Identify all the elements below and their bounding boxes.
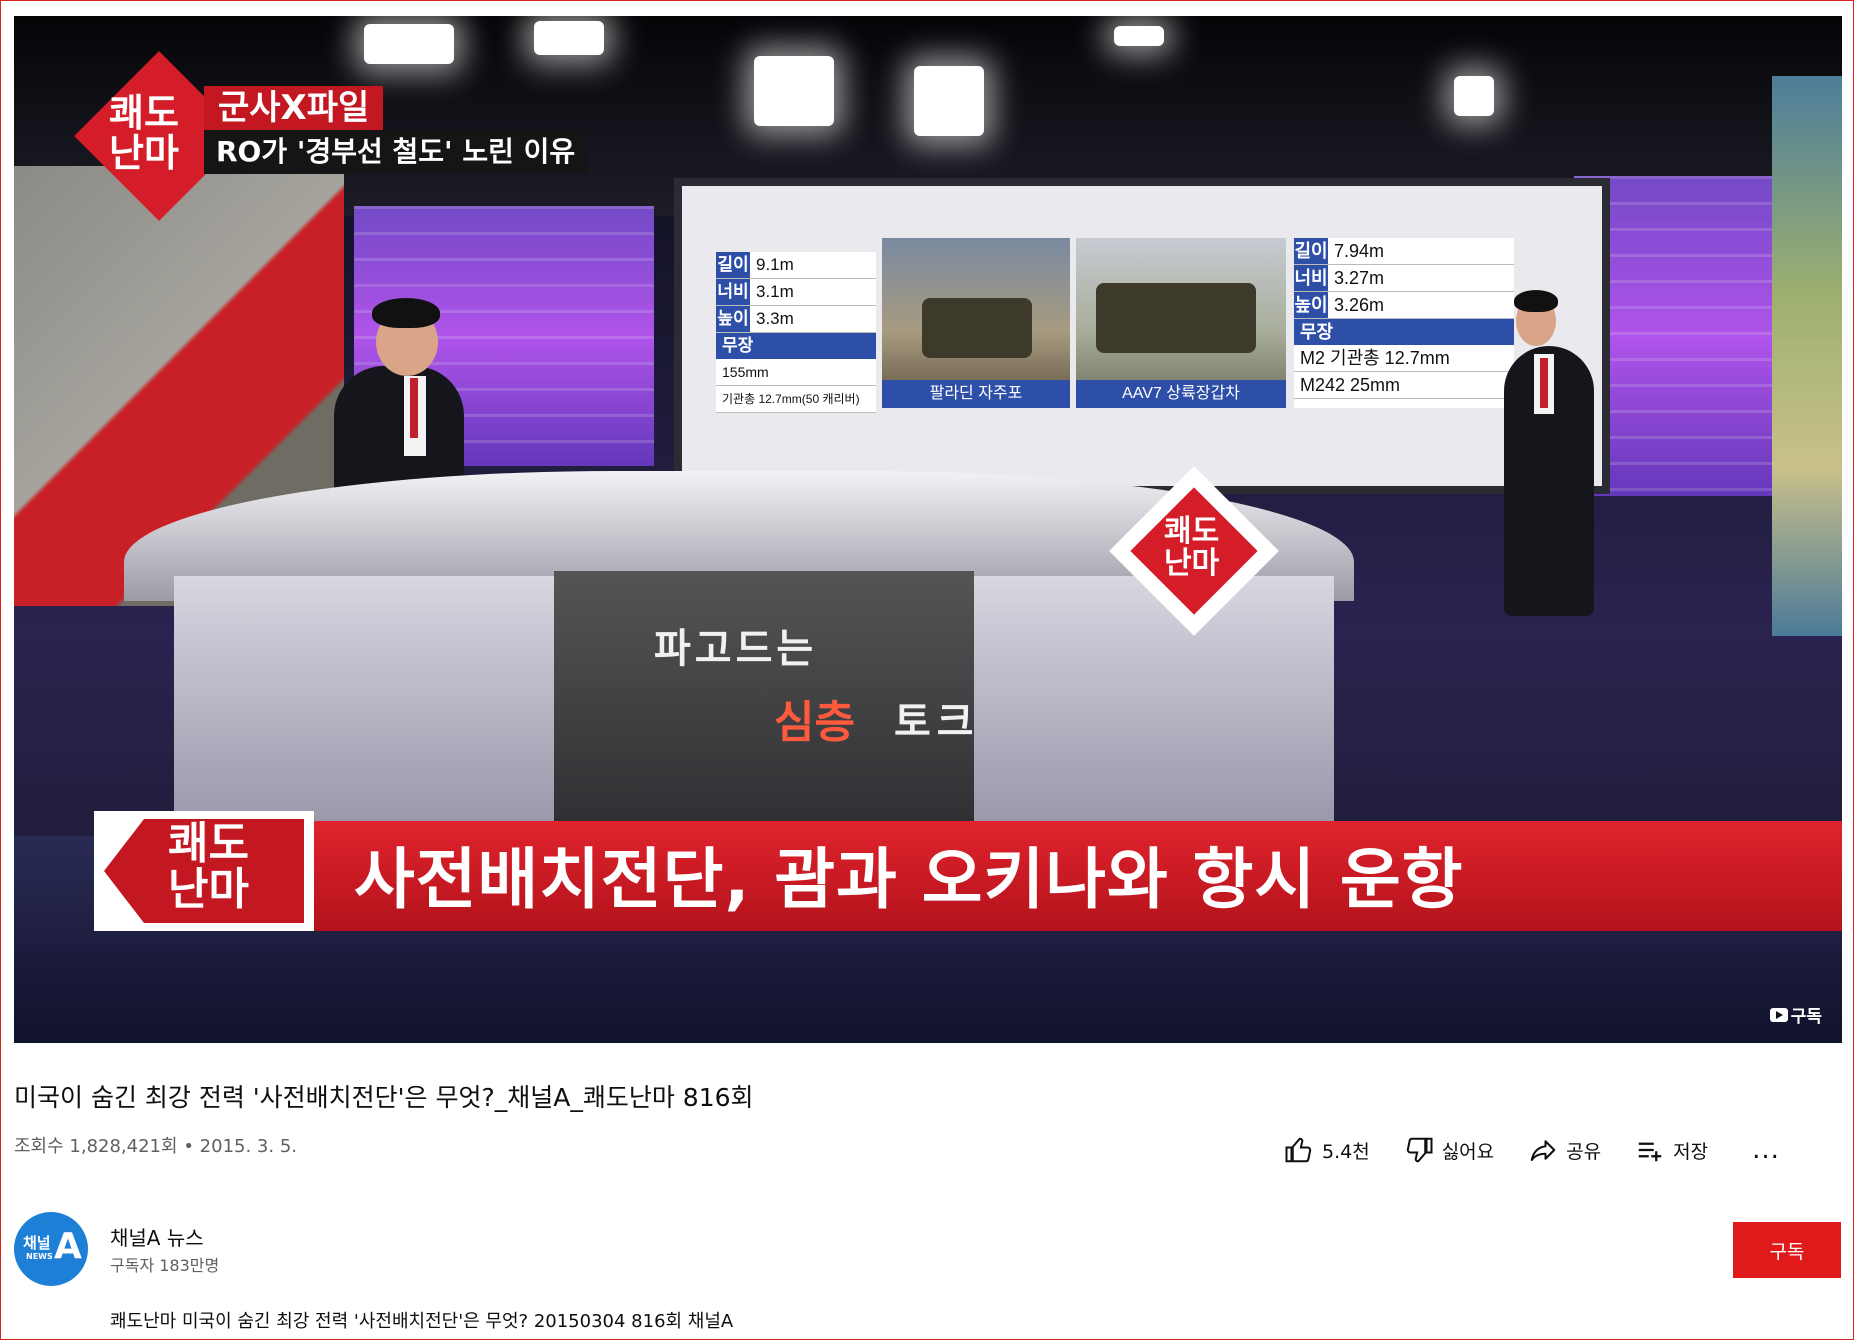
right-map-display <box>1772 76 1842 636</box>
like-button[interactable]: 5.4천 <box>1284 1135 1370 1165</box>
desk-panel-text-word: 토크 <box>894 699 980 745</box>
studio-light <box>914 66 984 136</box>
presenter-hair <box>1514 290 1558 312</box>
spec-table-left: 길이 9.1m 너비 3.1m 높이 3.3m 무장 155mm 기관총 12.7mm… <box>716 252 876 413</box>
desk-panel-text: 파고드는 <box>654 626 818 672</box>
upload-date: 2015. 3. 5. <box>199 1136 297 1157</box>
dislike-label: 싫어요 <box>1441 1140 1495 1163</box>
photo-aav7: AAV7 상륙장갑차 <box>1076 238 1286 408</box>
presenter-tie <box>1540 358 1548 408</box>
lower-third-logo: 쾌도 난마 <box>94 811 314 931</box>
share-button[interactable]: 공유 <box>1528 1135 1601 1165</box>
share-icon <box>1530 1140 1556 1161</box>
playlist-add-icon <box>1638 1142 1662 1162</box>
desk-panel-text-red: 심층 <box>774 697 855 748</box>
studio-light <box>534 21 604 55</box>
studio-screen: 길이 9.1m 너비 3.1m 높이 3.3m 무장 155mm 기관총 12.7mm… <box>674 178 1610 494</box>
video-player[interactable]: 길이 9.1m 너비 3.1m 높이 3.3m 무장 155mm 기관총 12.7mm… <box>14 16 1842 1043</box>
share-label: 공유 <box>1566 1140 1602 1163</box>
video-title: 미국이 숨긴 최강 전력 '사전배치전단'은 무엇?_채널A_쾌도난마 816회 <box>14 1083 754 1112</box>
subscribe-button[interactable]: 구독 <box>1733 1222 1841 1278</box>
save-button[interactable]: 저장 <box>1635 1135 1708 1165</box>
thumbs-down-icon <box>1406 1137 1433 1163</box>
video-description[interactable]: 쾌도난마 미국이 숨긴 최강 전력 '사전배치전단'은 무엇? 20150304… <box>110 1307 733 1333</box>
segment-subtitle: RO가 '경부선 철도' 노린 이유 <box>204 130 588 174</box>
tank-silhouette <box>922 298 1032 358</box>
like-count: 5.4천 <box>1322 1140 1370 1163</box>
lower-third-banner: 쾌도 난마 사전배치전단, 괌과 오키나와 항시 운항 <box>14 811 1842 931</box>
lower-third-title: 사전배치전단, 괌과 오키나와 항시 운항 <box>354 841 1464 918</box>
channel-avatar[interactable]: 채널 NEWS A <box>14 1212 88 1286</box>
channel-name[interactable]: 채널A 뉴스 <box>110 1222 204 1251</box>
amphibious-vehicle-silhouette <box>1096 283 1256 353</box>
studio-light <box>754 56 834 126</box>
studio-light <box>364 24 454 64</box>
segment-badge: 군사X파일 <box>204 86 384 130</box>
host-hair <box>372 298 440 328</box>
dislike-button[interactable]: 싫어요 <box>1404 1135 1494 1165</box>
studio-light <box>1114 26 1164 46</box>
video-meta: 조회수 1,828,421회 • 2015. 3. 5. <box>14 1132 297 1158</box>
photo-paladin: 팔라딘 자주포 <box>882 238 1070 408</box>
view-count: 조회수 1,828,421회 <box>14 1136 178 1157</box>
action-bar: 5.4천 싫어요 공유 저장 ... <box>1284 1130 1780 1170</box>
youtube-play-icon <box>1769 1007 1788 1022</box>
subscriber-count: 구독자 183만명 <box>110 1256 220 1275</box>
thumbs-up-icon <box>1285 1137 1312 1163</box>
save-label: 저장 <box>1673 1140 1709 1163</box>
meta-separator: • <box>183 1136 194 1157</box>
studio-light <box>1454 76 1494 116</box>
spec-table-right: 길이 7.94m 너비 3.27m 높이 3.26m 무장 M2 기관총 12.7mm… <box>1294 238 1514 408</box>
host-tie <box>410 378 418 438</box>
subscribe-watermark[interactable]: 구독 <box>1769 1002 1822 1027</box>
more-actions-button[interactable]: ... <box>1752 1135 1780 1165</box>
